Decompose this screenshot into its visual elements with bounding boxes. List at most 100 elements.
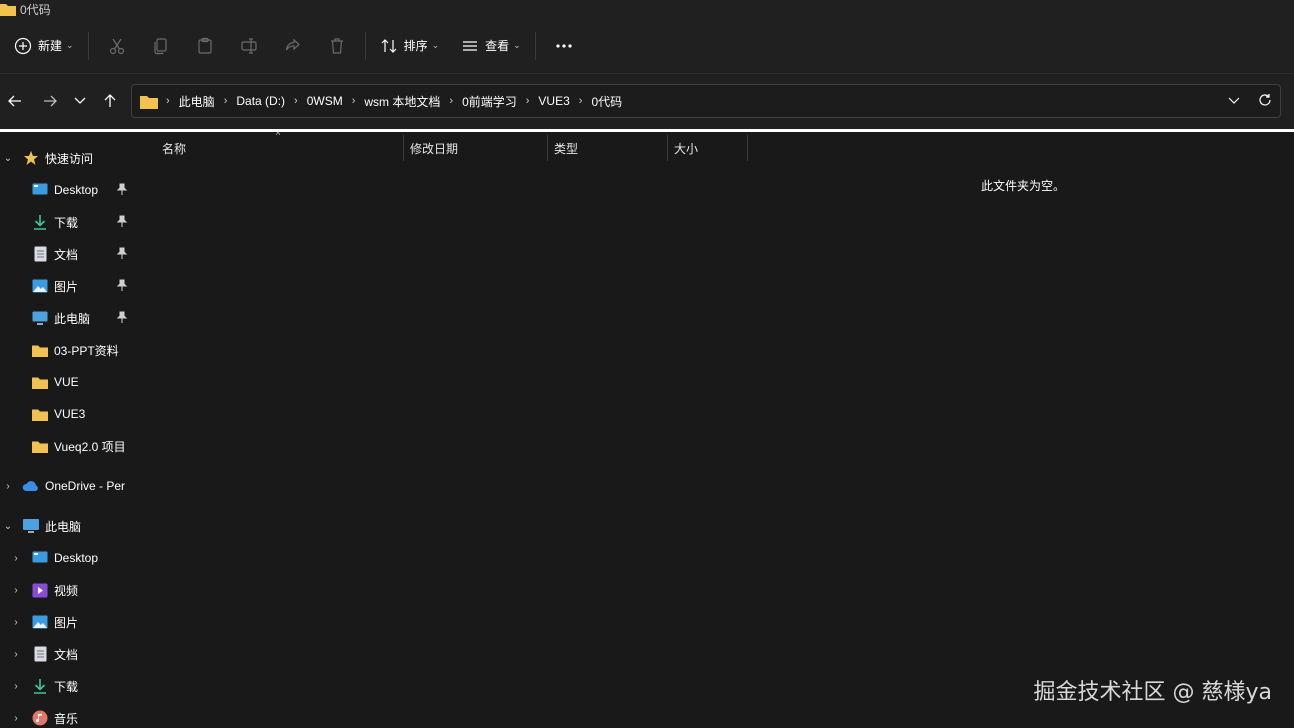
column-header-date[interactable]: 修改日期 — [410, 135, 458, 161]
up-button[interactable] — [97, 90, 123, 112]
sidebar-item-pc[interactable]: › 音乐 — [0, 705, 131, 728]
sidebar-item-quick[interactable]: 下载 — [0, 209, 131, 235]
column-header-size[interactable]: 大小 — [674, 135, 698, 161]
sidebar-item-quick[interactable]: 图片 — [0, 273, 131, 299]
sidebar-item-pc[interactable]: › 视频 — [0, 577, 131, 603]
breadcrumb-separator-icon[interactable]: › — [352, 95, 356, 107]
sidebar-item-quick[interactable]: 03-PPT资料 — [0, 337, 131, 363]
sidebar-item-quick[interactable]: Vueq2.0 项目 — [0, 433, 131, 459]
breadcrumb-item[interactable]: 0代码 — [591, 93, 622, 110]
chevron-down-icon[interactable]: ⌄ — [2, 521, 14, 532]
chevron-right-icon[interactable]: › — [10, 585, 22, 596]
computer-icon — [22, 517, 40, 535]
refresh-button[interactable] — [1258, 93, 1272, 110]
sidebar-item-pc[interactable]: › 图片 — [0, 609, 131, 635]
column-header-name[interactable]: 名称 — [162, 135, 186, 161]
sidebar-item-label: 此电脑 — [54, 311, 91, 326]
forward-button[interactable] — [37, 90, 63, 112]
download-icon — [31, 677, 49, 695]
sidebar-item-quick[interactable]: Desktop — [0, 177, 131, 203]
chevron-right-icon[interactable]: › — [10, 617, 22, 628]
breadcrumb-item[interactable]: 0前端学习 — [462, 93, 517, 110]
view-button[interactable]: 查看 ⌄ — [453, 30, 529, 62]
column-label: 大小 — [674, 141, 699, 156]
chevron-down-icon: ⌄ — [431, 40, 440, 50]
column-separator[interactable] — [403, 135, 404, 161]
breadcrumb-item[interactable]: VUE3 — [538, 94, 569, 108]
column-header-type[interactable]: 类型 — [554, 135, 578, 161]
pin-icon[interactable] — [116, 311, 128, 326]
chevron-right-icon[interactable]: › — [10, 553, 22, 564]
share-button[interactable] — [271, 30, 315, 62]
paste-button[interactable] — [183, 30, 227, 62]
sidebar-item-pc[interactable]: › 下载 — [0, 673, 131, 699]
recent-locations-button[interactable] — [67, 90, 93, 112]
sidebar-item-quick-access[interactable]: ⌄ 快速访问 — [0, 145, 131, 171]
breadcrumb-separator-icon[interactable]: › — [449, 95, 453, 107]
breadcrumb-separator-icon[interactable]: › — [294, 95, 298, 107]
sidebar-item-label: 视频 — [54, 583, 79, 598]
folder-icon — [31, 437, 49, 455]
desktop-icon — [31, 549, 49, 567]
back-button[interactable] — [2, 90, 28, 112]
chevron-down-icon — [74, 97, 86, 104]
breadcrumb-item[interactable]: Data (D:) — [236, 94, 285, 108]
chevron-right-icon[interactable]: › — [10, 713, 22, 724]
breadcrumb-separator-icon[interactable]: › — [526, 95, 530, 107]
chevron-right-icon[interactable]: › — [10, 681, 22, 692]
breadcrumb-item[interactable]: 此电脑 — [179, 93, 215, 110]
title-bar: 0代码 — [0, 0, 1294, 18]
rename-button[interactable] — [227, 30, 271, 62]
address-bar[interactable]: › 此电脑 › Data (D:) › 0WSM › wsm 本地文档 › 0前端学习 › VUE3… — [131, 84, 1281, 118]
file-list: ^ 名称 修改日期 类型 大小 此文件夹为空。 — [131, 130, 1294, 728]
cloud-icon — [22, 477, 40, 495]
star-icon — [22, 149, 40, 167]
address-history-button[interactable] — [1228, 94, 1240, 108]
sidebar-item-quick[interactable]: VUE — [0, 369, 131, 395]
sidebar-item-label: 音乐 — [54, 711, 79, 726]
sidebar-item-quick[interactable]: VUE3 — [0, 401, 131, 427]
column-separator[interactable] — [747, 135, 748, 161]
chevron-down-icon[interactable]: ⌄ — [2, 153, 14, 164]
chevron-right-icon[interactable]: › — [10, 649, 22, 660]
more-options-button[interactable] — [542, 30, 586, 62]
delete-button[interactable] — [315, 30, 359, 62]
cut-icon — [109, 38, 124, 54]
sidebar-item-pc[interactable]: › 文档 — [0, 641, 131, 667]
sidebar-item-label: 下载 — [54, 215, 79, 230]
sidebar-item-pc[interactable]: › Desktop — [0, 545, 131, 571]
folder-icon — [31, 373, 49, 391]
chevron-down-icon: ⌄ — [513, 40, 521, 50]
sidebar-item-this-pc[interactable]: ⌄ 此电脑 — [0, 513, 131, 539]
pin-icon[interactable] — [116, 215, 128, 230]
pin-icon[interactable] — [116, 279, 128, 294]
sidebar-item-quick[interactable]: 文档 — [0, 241, 131, 267]
breadcrumb-item[interactable]: 0WSM — [307, 94, 343, 108]
view-label: 查看 — [485, 39, 510, 53]
sort-button[interactable]: 排序 ⌄ — [372, 30, 448, 62]
breadcrumb-separator-icon[interactable]: › — [579, 95, 583, 107]
sidebar-item-quick[interactable]: 此电脑 — [0, 305, 131, 331]
chevron-right-icon[interactable]: › — [2, 481, 14, 492]
pin-icon[interactable] — [116, 247, 128, 262]
sidebar-item-label: 快速访问 — [45, 151, 94, 166]
sidebar-item-label: 图片 — [54, 615, 79, 630]
sidebar-item-onedrive[interactable]: › OneDrive - Per — [0, 473, 131, 499]
sidebar-item-label: VUE — [54, 375, 79, 389]
breadcrumb-item[interactable]: wsm 本地文档 — [364, 93, 440, 110]
sidebar-item-label: VUE3 — [54, 407, 86, 421]
pin-icon[interactable] — [116, 183, 128, 198]
column-separator[interactable] — [667, 135, 668, 161]
sidebar-item-label: 图片 — [54, 279, 79, 294]
column-separator[interactable] — [547, 135, 548, 161]
download-icon — [31, 213, 49, 231]
sort-label: 排序 — [403, 39, 428, 53]
folder-icon — [31, 405, 49, 423]
sidebar-item-label: 文档 — [54, 247, 79, 262]
new-button[interactable]: 新建 ⌄ — [6, 30, 82, 62]
picture-icon — [31, 613, 49, 631]
cut-button[interactable] — [95, 30, 139, 62]
breadcrumb: 此电脑 › Data (D:) › 0WSM › wsm 本地文档 › 0前端学习 › VUE3 › 0… — [179, 93, 622, 110]
copy-button[interactable] — [139, 30, 183, 62]
breadcrumb-separator-icon[interactable]: › — [224, 95, 228, 107]
